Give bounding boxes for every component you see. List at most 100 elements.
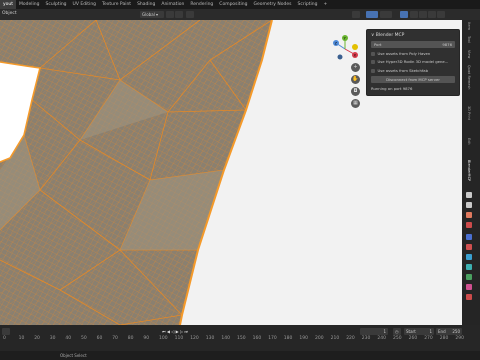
ruler-tick: 100 bbox=[159, 336, 168, 341]
disconnect-button[interactable]: Disconnect from MCP server bbox=[371, 76, 455, 83]
play-icon[interactable]: ▶ bbox=[176, 329, 179, 334]
checkbox-icon[interactable] bbox=[371, 69, 375, 73]
gizmo-neg-handle[interactable] bbox=[352, 44, 358, 50]
snap-icon[interactable] bbox=[175, 11, 183, 18]
port-field[interactable]: Port 9876 bbox=[371, 41, 455, 48]
tab-animation[interactable]: Animation bbox=[158, 0, 187, 9]
blender-mcp-panel: ∨ Blender MCP Port 9876 Use assets from … bbox=[366, 29, 460, 96]
ruler-tick: 50 bbox=[81, 336, 87, 341]
ruler-tick: 80 bbox=[127, 336, 134, 341]
object-properties-icon[interactable] bbox=[466, 254, 472, 260]
ruler-tick: 110 bbox=[174, 336, 184, 341]
tab-rendering[interactable]: Rendering bbox=[187, 0, 216, 9]
tab-uv-editing[interactable]: UV Editing bbox=[70, 0, 99, 9]
tab-tool[interactable]: Tool bbox=[467, 36, 471, 43]
proportional-edit-icon[interactable] bbox=[186, 11, 194, 18]
gizmo-neg-z-handle[interactable] bbox=[337, 54, 343, 60]
physics-properties-icon[interactable] bbox=[466, 274, 472, 280]
world-properties-icon[interactable] bbox=[466, 244, 472, 250]
status-hint: Object Select bbox=[60, 353, 87, 358]
jump-start-icon[interactable]: ⏮ bbox=[162, 329, 166, 334]
end-frame-field[interactable]: End 250 bbox=[436, 328, 462, 335]
ruler-tick: 230 bbox=[361, 336, 371, 341]
zoom-icon[interactable]: + bbox=[351, 63, 360, 72]
camera-view-icon[interactable]: ◘ bbox=[351, 87, 360, 96]
solid-shading-icon[interactable] bbox=[419, 11, 427, 18]
checkbox-icon[interactable] bbox=[371, 52, 375, 56]
hyper3d-checkbox[interactable]: Use Hyper3D Rodin 3D model gene... bbox=[371, 58, 455, 65]
poly-haven-checkbox[interactable]: Use assets from Poly Haven bbox=[371, 50, 455, 57]
tab-compositing[interactable]: Compositing bbox=[216, 0, 250, 9]
mode-selector[interactable]: Object bbox=[2, 11, 17, 16]
sketchfab-checkbox[interactable]: Use assets from Sketchfab bbox=[371, 67, 455, 74]
tab-yout[interactable]: yout bbox=[0, 0, 17, 9]
ruler-tick: 210 bbox=[330, 336, 340, 341]
prev-keyframe-icon[interactable]: ◀ bbox=[167, 329, 170, 334]
scene-properties-icon[interactable] bbox=[466, 234, 472, 240]
next-keyframe-icon[interactable]: ▷ bbox=[180, 329, 183, 334]
ruler-tick: 40 bbox=[65, 336, 72, 341]
tab-edit[interactable]: Edit bbox=[467, 138, 471, 145]
tab-shading[interactable]: Shading bbox=[134, 0, 158, 9]
checkbox-icon[interactable] bbox=[371, 60, 375, 64]
current-frame-field[interactable]: 1 bbox=[360, 328, 388, 335]
pan-hand-icon[interactable]: ✋ bbox=[351, 75, 360, 84]
ruler-tick: 290 bbox=[455, 336, 464, 341]
ruler-tick: 190 bbox=[299, 336, 308, 341]
modifier-properties-icon[interactable] bbox=[466, 264, 472, 270]
tab-sculpting[interactable]: Sculpting bbox=[43, 0, 70, 9]
navigation-gizmo[interactable]: Y Z X bbox=[332, 34, 362, 64]
tab-quad-remesh[interactable]: Quad Remesh bbox=[467, 65, 471, 90]
render-properties-icon[interactable] bbox=[466, 202, 472, 208]
material-shading-icon[interactable] bbox=[428, 11, 436, 18]
wireframe-shading-icon[interactable] bbox=[410, 11, 418, 18]
ruler-tick: 220 bbox=[346, 336, 355, 341]
pivot-icon[interactable] bbox=[166, 11, 174, 18]
playback-controls: ⏮ ◀ ◁ ▶ ▷ ⏭ bbox=[160, 328, 208, 335]
tab-3d-print[interactable]: 3D Print bbox=[467, 106, 471, 120]
ruler-tick: 120 bbox=[190, 336, 199, 341]
ruler-tick: 160 bbox=[252, 336, 262, 341]
constraint-properties-icon[interactable] bbox=[466, 284, 472, 290]
status-bar: Object Select bbox=[0, 351, 480, 360]
view-layer-properties-icon[interactable] bbox=[466, 222, 472, 228]
ruler-tick: 240 bbox=[377, 336, 386, 341]
tab-geometry-nodes[interactable]: Geometry Nodes bbox=[251, 0, 295, 9]
tab-item[interactable]: Item bbox=[467, 22, 471, 30]
output-properties-icon[interactable] bbox=[466, 212, 472, 218]
tab-texture-paint[interactable]: Texture Paint bbox=[99, 0, 134, 9]
tab--[interactable]: + bbox=[321, 0, 331, 9]
ruler-tick: 10 bbox=[18, 336, 25, 341]
server-status-text: Running on port 9876 bbox=[371, 86, 413, 91]
clock-icon[interactable]: ◷ bbox=[393, 328, 401, 335]
ruler-tick: 250 bbox=[393, 336, 402, 341]
overlay-toggle-icon[interactable] bbox=[380, 11, 392, 18]
xray-icon[interactable] bbox=[400, 11, 408, 18]
transform-orientation-dropdown[interactable]: Global ▾ bbox=[140, 11, 164, 18]
material-properties-icon[interactable] bbox=[466, 294, 472, 300]
perspective-toggle-icon[interactable]: ▦ bbox=[351, 99, 360, 108]
tool-properties-icon[interactable] bbox=[466, 192, 472, 198]
ruler-tick: 270 bbox=[424, 336, 433, 341]
port-value: 9876 bbox=[442, 42, 452, 47]
ruler-tick: 140 bbox=[221, 336, 230, 341]
playhead-marker[interactable] bbox=[2, 328, 10, 335]
visibility-icon[interactable] bbox=[352, 11, 360, 18]
tab-modeling[interactable]: Modeling bbox=[16, 0, 42, 9]
ruler-tick: 90 bbox=[143, 336, 150, 341]
gizmo-toggle-icon[interactable] bbox=[366, 11, 378, 18]
ruler-tick: 280 bbox=[439, 336, 449, 341]
ruler-tick: 150 bbox=[237, 336, 246, 341]
panel-header[interactable]: ∨ Blender MCP bbox=[371, 33, 404, 38]
jump-end-icon[interactable]: ⏭ bbox=[184, 329, 188, 334]
start-frame-field[interactable]: Start 1 bbox=[404, 328, 434, 335]
tab-scripting[interactable]: Scripting bbox=[294, 0, 320, 9]
ruler-tick: 260 bbox=[408, 336, 418, 341]
ruler-tick: 180 bbox=[283, 336, 293, 341]
tab-blendermcp[interactable]: BlenderMCP bbox=[467, 160, 471, 181]
tab-view[interactable]: View bbox=[467, 50, 471, 58]
rendered-shading-icon[interactable] bbox=[437, 11, 445, 18]
play-reverse-icon[interactable]: ◁ bbox=[171, 329, 174, 334]
viewport-header: Object Global ▾ bbox=[0, 9, 480, 20]
ruler-tick: 130 bbox=[205, 336, 215, 341]
